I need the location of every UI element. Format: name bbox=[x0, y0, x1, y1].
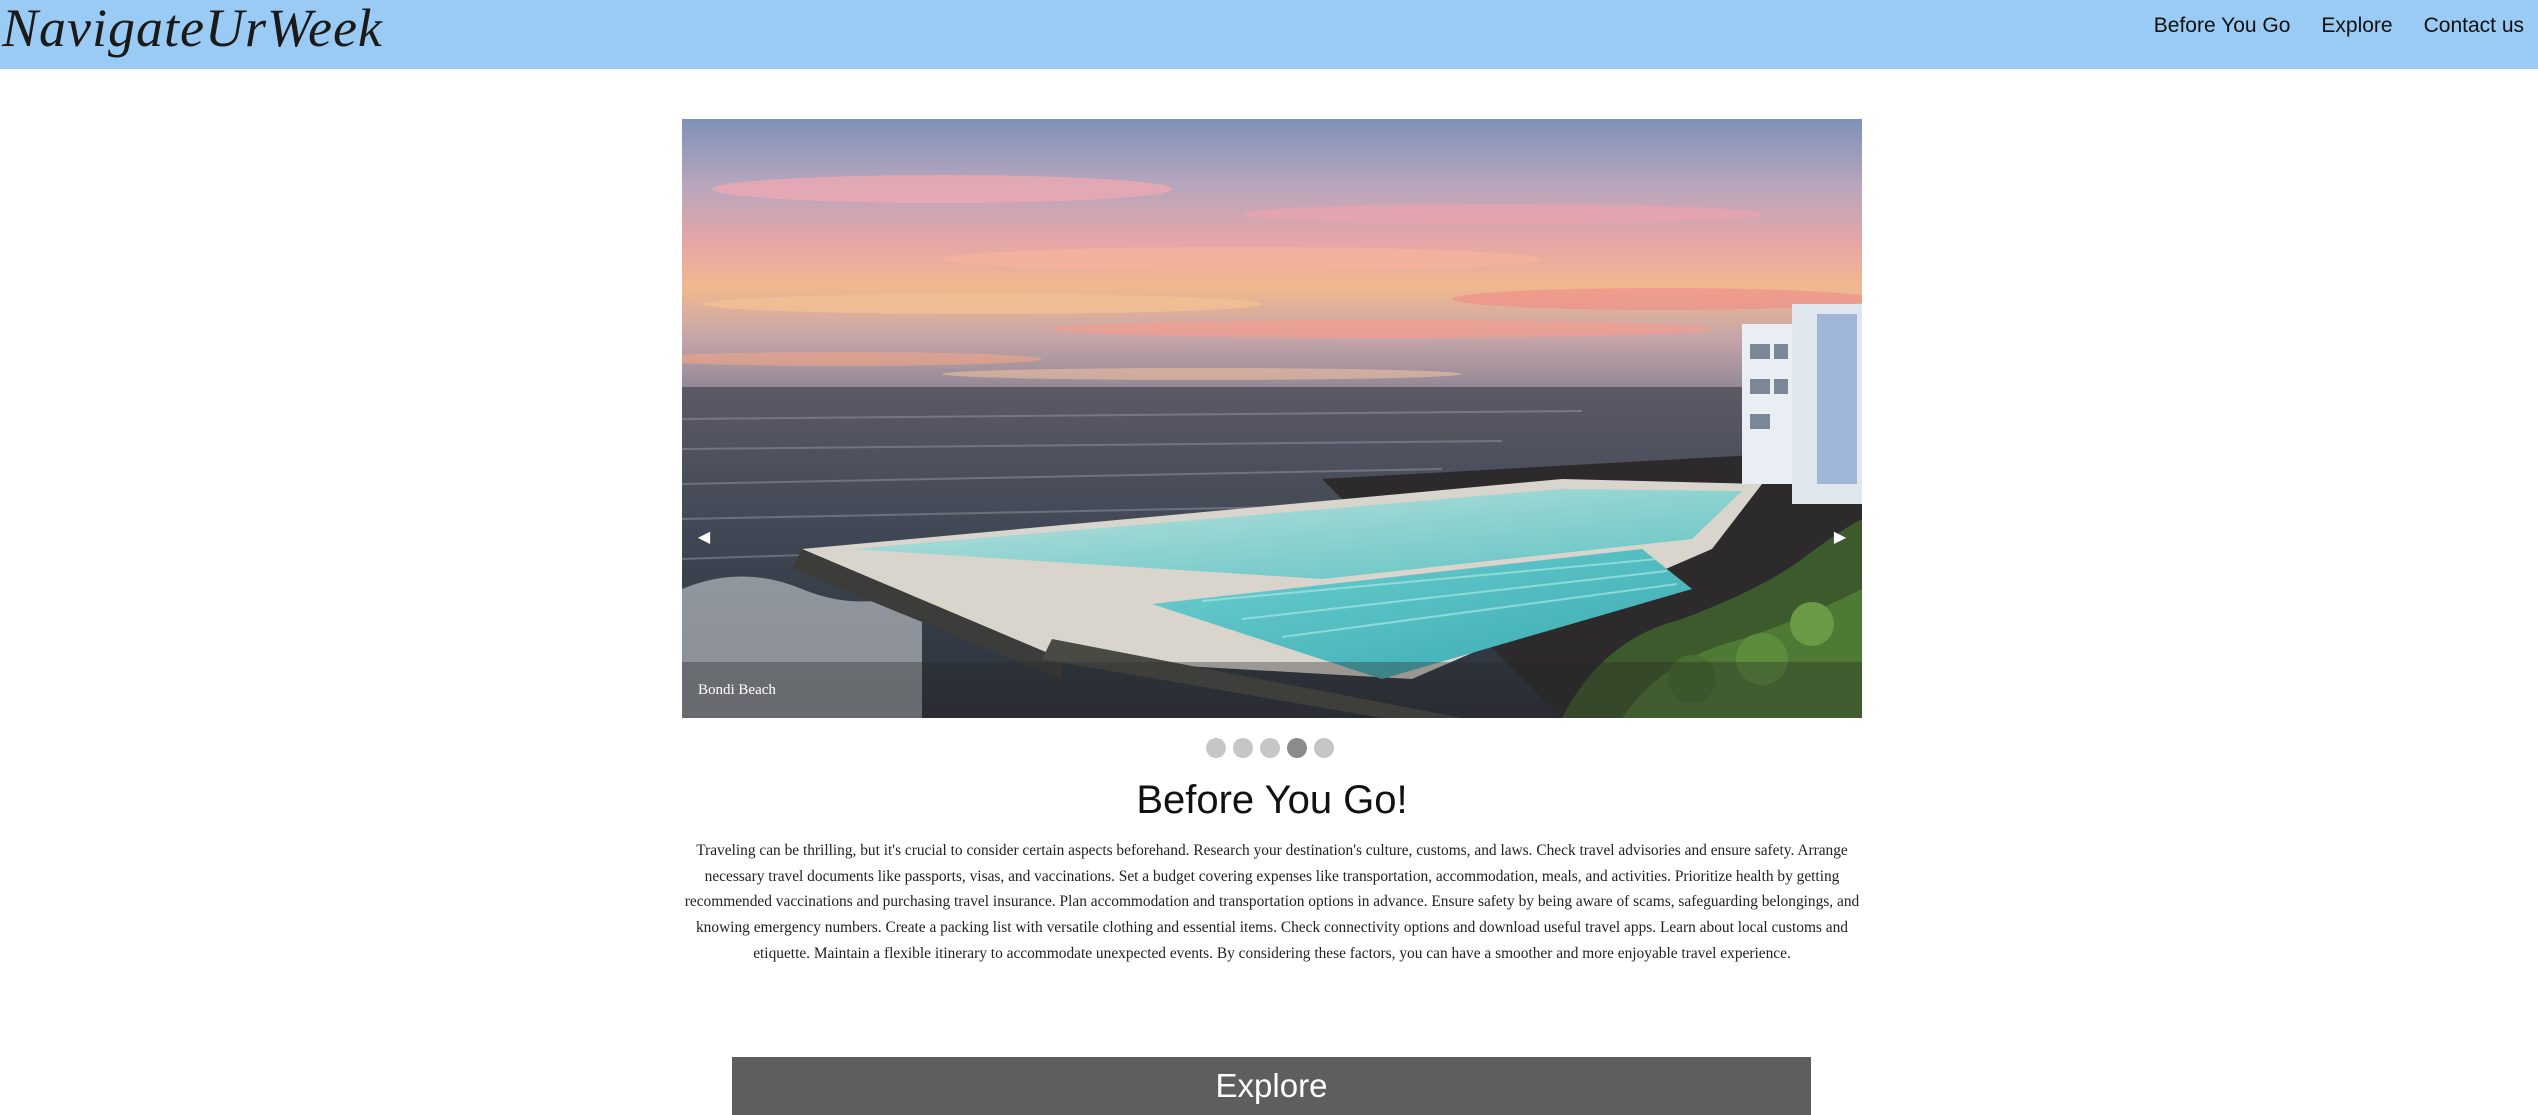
top-navbar: NavigateUrWeek Before You Go Explore Con… bbox=[0, 0, 2538, 69]
slider-dot-3[interactable] bbox=[1260, 738, 1280, 758]
slide-caption-bar bbox=[682, 662, 1862, 718]
slider-dot-4-active[interactable] bbox=[1287, 738, 1307, 758]
nav-link-contact-us[interactable]: Contact us bbox=[2424, 14, 2524, 38]
slider-prev-button[interactable]: ◀ bbox=[690, 523, 718, 551]
nav-link-before-you-go[interactable]: Before You Go bbox=[2154, 14, 2291, 38]
explore-section-label: Explore bbox=[1215, 1067, 1328, 1104]
main-nav: Before You Go Explore Contact us bbox=[2154, 0, 2524, 52]
slide-image-bondi-beach bbox=[682, 119, 1862, 718]
section-heading-before-you-go: Before You Go! bbox=[1136, 778, 1408, 822]
slide-caption: Bondi Beach bbox=[698, 682, 776, 698]
slider-dot-5[interactable] bbox=[1314, 738, 1334, 758]
before-you-go-paragraph: Traveling can be thrilling, but it's cru… bbox=[684, 842, 1860, 962]
right-triangle-icon: ▶ bbox=[1833, 529, 1847, 546]
left-triangle-icon: ◀ bbox=[697, 529, 711, 546]
slider-dot-2[interactable] bbox=[1233, 738, 1253, 758]
slider-next-button[interactable]: ▶ bbox=[1826, 523, 1854, 551]
nav-link-explore[interactable]: Explore bbox=[2321, 14, 2392, 38]
slider-dots bbox=[1206, 738, 1334, 758]
slider-dot-1[interactable] bbox=[1206, 738, 1226, 758]
image-slider: ◀ ▶ Bondi Beach bbox=[682, 119, 1862, 718]
site-logo[interactable]: NavigateUrWeek bbox=[2, 0, 383, 57]
explore-section-header[interactable]: Explore bbox=[732, 1057, 1811, 1115]
